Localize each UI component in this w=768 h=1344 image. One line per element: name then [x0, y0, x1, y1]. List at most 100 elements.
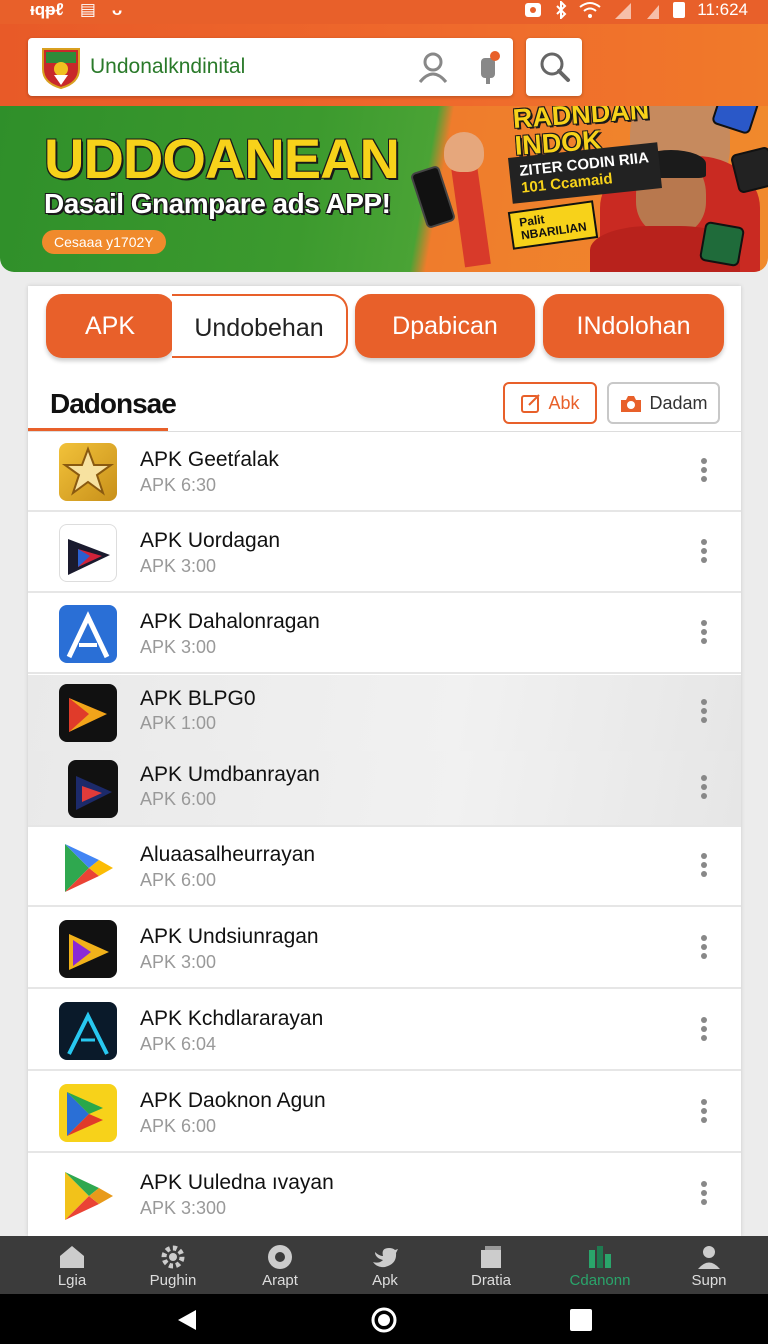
- app-meta: APK 3:00: [140, 952, 217, 972]
- app-name: APK Uuledna ıvayan: [140, 1171, 334, 1194]
- gold-star-icon: [59, 443, 117, 501]
- tab-apk[interactable]: APK: [46, 294, 174, 358]
- more-options-icon[interactable]: [697, 1099, 711, 1127]
- phone-illustration: [409, 164, 457, 230]
- list-item[interactable]: APK Uordagan APK 3:00: [28, 513, 741, 593]
- status-notifications: ᵻqᵽℓ ▤ ᴗ: [30, 0, 122, 20]
- nav-item-arapt[interactable]: Arapt: [225, 1236, 335, 1294]
- back-icon[interactable]: [176, 1308, 198, 1332]
- nav-item-dratia[interactable]: Dratia: [436, 1236, 546, 1294]
- nav-label: Cdanonn: [569, 1272, 631, 1289]
- list-item[interactable]: APK Daoknon Agun APK 6:00: [28, 1073, 741, 1153]
- raised-hand: [444, 132, 484, 172]
- nav-label: Supn: [691, 1272, 727, 1289]
- app-meta: APK 6:00: [140, 789, 217, 809]
- user-icon[interactable]: [416, 50, 450, 84]
- more-options-icon[interactable]: [697, 699, 711, 727]
- list-item[interactable]: APK Dahalonragan APK 3:00: [28, 594, 741, 674]
- more-options-icon[interactable]: [697, 775, 711, 803]
- raised-arm: [451, 164, 491, 268]
- nav-item-lgia[interactable]: Lgia: [17, 1236, 127, 1294]
- list-item[interactable]: APK Undsiunragan APK 3:00: [28, 909, 741, 989]
- dadam-button[interactable]: Dadam: [607, 382, 720, 424]
- app-meta: APK 3:00: [140, 637, 217, 657]
- gear-icon: [161, 1245, 185, 1269]
- recents-icon[interactable]: [569, 1308, 593, 1332]
- abk-button[interactable]: Abk: [503, 382, 597, 424]
- more-options-icon[interactable]: [697, 853, 711, 881]
- section-title: Dadonsae: [50, 388, 177, 419]
- search-bar[interactable]: Undonalkndinital: [28, 38, 513, 96]
- list-item[interactable]: APK Geetŕalak APK 6:30: [28, 432, 741, 512]
- bluetooth-icon: [556, 1, 567, 19]
- tab-undobehan[interactable]: Undobehan: [172, 294, 348, 358]
- more-options-icon[interactable]: [697, 1017, 711, 1045]
- system-navigation-bar: [0, 1294, 768, 1344]
- list-item[interactable]: APK BLPG0 APK 1:00: [28, 675, 741, 751]
- list-item[interactable]: APK Umdbanrayan APK 6:00: [28, 751, 741, 827]
- app-name: APK Uordagan: [140, 529, 281, 552]
- section-underline: [28, 428, 168, 431]
- app-name: APK Daoknon Agun: [140, 1089, 326, 1112]
- list-item[interactable]: Aluaasalheurrayan APK 6:00: [28, 827, 741, 907]
- more-options-icon[interactable]: [697, 935, 711, 963]
- app-tile-icon: [698, 220, 746, 268]
- app-meta: APK 3:00: [140, 556, 217, 576]
- edit-icon: [521, 394, 541, 413]
- search-button[interactable]: [526, 38, 582, 96]
- more-options-icon[interactable]: [697, 620, 711, 648]
- app-meta: APK 6:04: [140, 1034, 217, 1054]
- status-bar: ᵻqᵽℓ ▤ ᴗ 11:624: [0, 0, 768, 24]
- status-time: 11:624: [697, 0, 748, 19]
- nav-item-supn[interactable]: Supn: [654, 1236, 764, 1294]
- more-options-icon[interactable]: [697, 539, 711, 567]
- tab-dpabican[interactable]: Dpabican: [355, 294, 535, 358]
- nav-label: Arapt: [262, 1272, 298, 1289]
- circle-icon: [268, 1245, 292, 1269]
- content-card: APK Undobehan Dpabican INdolohan Dadonsa…: [28, 286, 741, 1236]
- nav-item-pughin[interactable]: Pughin: [118, 1236, 228, 1294]
- status-item: ᵻqᵽℓ: [30, 0, 64, 19]
- list-item[interactable]: APK Kchdlararayan APK 6:04: [28, 991, 741, 1071]
- camera-icon: [621, 396, 642, 412]
- app-name: APK Umdbanrayan: [140, 763, 320, 786]
- status-item: ▤: [79, 0, 96, 19]
- google-play-icon: [59, 838, 117, 896]
- play-dark-icon: [59, 524, 117, 582]
- more-options-icon[interactable]: [697, 458, 711, 486]
- app-meta: APK 6:00: [140, 1116, 217, 1136]
- stack-icon: [481, 1246, 501, 1268]
- nav-label: Apk: [372, 1272, 398, 1289]
- abk-button-label: Abk: [548, 392, 580, 413]
- app-meta: APK 3:300: [140, 1198, 227, 1218]
- dadam-button-label: Dadam: [649, 392, 708, 413]
- play-black-icon: [68, 760, 118, 818]
- nav-item-apk[interactable]: Apk: [330, 1236, 440, 1294]
- play-gradient-icon: [59, 684, 117, 742]
- person-icon: [698, 1246, 720, 1269]
- battery-icon: [673, 2, 686, 18]
- more-options-icon[interactable]: [697, 1181, 711, 1209]
- play-gradient-icon: [59, 920, 117, 978]
- signal-icon-2: [647, 5, 660, 19]
- banner-subtitle: Dasail Gnampare ads APP!: [44, 188, 391, 219]
- search-icon: [540, 52, 570, 82]
- search-input-text[interactable]: Undonalkndinital: [90, 55, 245, 79]
- app-logo-icon: [42, 48, 80, 89]
- banner-pill[interactable]: Cesaaa y1702Y: [42, 230, 166, 254]
- alarm-icon: [525, 3, 542, 17]
- status-item: ᴗ: [111, 0, 123, 19]
- app-meta: APK 6:30: [140, 475, 217, 495]
- nav-label: Lgia: [57, 1272, 87, 1289]
- home-button-icon[interactable]: [370, 1306, 398, 1334]
- promo-banner[interactable]: UDDOANEAN Dasail Gnampare ads APP! Cesaa…: [0, 106, 768, 272]
- notification-icon[interactable]: [475, 48, 503, 86]
- list-item[interactable]: APK Uuledna ıvayan APK 3:300: [28, 1155, 741, 1235]
- tab-indolohan[interactable]: INdolohan: [543, 294, 724, 358]
- chart-icon: [589, 1246, 611, 1268]
- app-meta: APK 1:00: [140, 713, 217, 733]
- banner-sticker: Palit NBARILIAN: [507, 200, 599, 250]
- nav-item-cdanonn[interactable]: Cdanonn: [545, 1236, 655, 1294]
- blue-a-icon: [59, 605, 117, 663]
- nav-label: Dratia: [470, 1272, 511, 1289]
